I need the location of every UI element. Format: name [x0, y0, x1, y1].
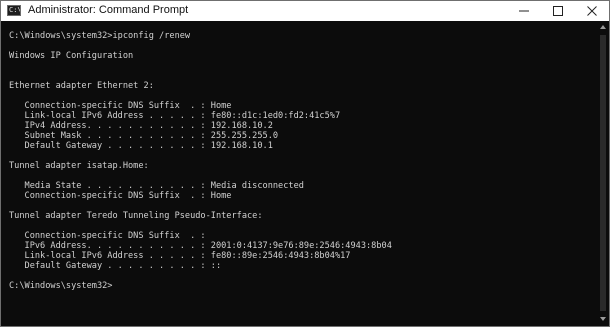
- output-line: Default Gateway . . . . . . . . . : ::: [9, 261, 222, 271]
- maximize-button[interactable]: [541, 1, 575, 21]
- command-prompt-icon: C:\: [7, 5, 21, 16]
- close-button[interactable]: [575, 1, 609, 21]
- output-line: Default Gateway . . . . . . . . . : 192.…: [9, 141, 273, 151]
- output-line: Connection-specific DNS Suffix . :: [9, 231, 206, 241]
- window-title: Administrator: Command Prompt: [28, 4, 189, 16]
- adapter-heading: Tunnel adapter Teredo Tunneling Pseudo-I…: [9, 211, 263, 221]
- output-line: Link-local IPv6 Address . . . . . : fe80…: [9, 111, 341, 121]
- scroll-up-arrow-icon[interactable]: [600, 25, 606, 29]
- minimize-icon: [519, 10, 529, 12]
- vertical-scrollbar[interactable]: [597, 21, 609, 326]
- command-prompt-line: C:\Windows\system32>: [9, 281, 113, 291]
- command-line: C:\Windows\system32>ipconfig /renew: [9, 31, 191, 41]
- minimize-button[interactable]: [507, 1, 541, 21]
- output-line: Link-local IPv6 Address . . . . . : fe80…: [9, 251, 351, 261]
- adapter-heading: Ethernet adapter Ethernet 2:: [9, 81, 154, 91]
- output-heading: Windows IP Configuration: [9, 51, 134, 61]
- output-line: Connection-specific DNS Suffix . : Home: [9, 101, 232, 111]
- close-icon: [587, 6, 597, 16]
- adapter-heading: Tunnel adapter isatap.Home:: [9, 161, 149, 171]
- maximize-icon: [553, 6, 563, 16]
- output-line: Subnet Mask . . . . . . . . . . . : 255.…: [9, 131, 279, 141]
- console-output[interactable]: C:\Windows\system32>ipconfig /renew Wind…: [1, 21, 597, 326]
- scroll-down-arrow-icon[interactable]: [600, 317, 606, 321]
- output-line: IPv4 Address. . . . . . . . . . . : 192.…: [9, 121, 273, 131]
- title-bar[interactable]: C:\ Administrator: Command Prompt: [1, 1, 609, 21]
- command-prompt-window: C:\ Administrator: Command Prompt C:\Win…: [0, 0, 610, 327]
- output-line: IPv6 Address. . . . . . . . . . . : 2001…: [9, 241, 392, 251]
- scrollbar-thumb[interactable]: [600, 35, 606, 311]
- output-line: Connection-specific DNS Suffix . : Home: [9, 191, 232, 201]
- output-line: Media State . . . . . . . . . . . : Medi…: [9, 181, 304, 191]
